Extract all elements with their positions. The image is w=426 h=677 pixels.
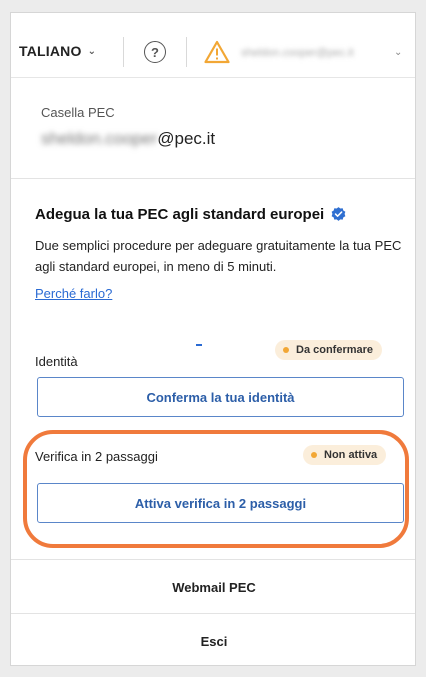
webmail-pec-link[interactable]: Webmail PEC — [11, 564, 415, 610]
warning-icon[interactable] — [204, 40, 230, 64]
decorative-mark — [196, 344, 202, 346]
help-glyph: ? — [151, 44, 159, 60]
verified-badge-icon — [331, 207, 346, 221]
divider — [11, 559, 415, 560]
logout-link[interactable]: Esci — [11, 618, 415, 664]
account-email[interactable]: sheldon.cooper@pec.it — [241, 47, 354, 59]
identity-status-text: Da confermare — [296, 344, 374, 356]
chevron-down-icon: ⌄ — [87, 45, 97, 57]
two-step-label: Verifica in 2 passaggi — [35, 449, 158, 464]
divider — [186, 37, 187, 67]
language-selector[interactable]: TALIANO ⌄ — [19, 43, 96, 59]
adegua-description: Due semplici procedure per adeguare grat… — [35, 238, 402, 274]
mailbox-email-local: sheldon.cooper — [41, 129, 158, 148]
identity-status-badge: Da confermare — [275, 340, 383, 360]
adegua-title-text: Adegua la tua PEC agli standard europei — [35, 206, 325, 223]
adegua-title: Adegua la tua PEC agli standard europei — [35, 206, 347, 223]
divider — [11, 77, 415, 78]
mailbox-email-domain: @pec.it — [157, 129, 216, 148]
top-bar: TALIANO ⌄ ? sheldon.cooper@pec.it ⌄ — [11, 13, 415, 93]
two-step-status-text: Non attiva — [324, 449, 378, 461]
divider — [11, 178, 415, 179]
identity-label: Identità — [35, 354, 78, 369]
activate-two-step-button[interactable]: Attiva verifica in 2 passaggi — [37, 483, 404, 523]
divider — [123, 37, 124, 67]
chevron-down-icon[interactable]: ⌄ — [394, 47, 402, 58]
account-dropdown-panel: TALIANO ⌄ ? sheldon.cooper@pec.it ⌄ Case… — [10, 12, 416, 666]
mailbox-email: sheldon.cooper @pec.it — [41, 129, 215, 149]
language-label: TALIANO — [19, 43, 82, 59]
help-icon[interactable]: ? — [144, 41, 166, 63]
divider — [11, 613, 415, 614]
status-dot — [283, 347, 289, 353]
why-link[interactable]: Perché farlo? — [35, 286, 112, 301]
confirm-identity-button[interactable]: Conferma la tua identità — [37, 377, 404, 417]
status-dot — [311, 452, 317, 458]
mailbox-label: Casella PEC — [41, 105, 115, 120]
two-step-status-badge: Non attiva — [303, 445, 387, 465]
